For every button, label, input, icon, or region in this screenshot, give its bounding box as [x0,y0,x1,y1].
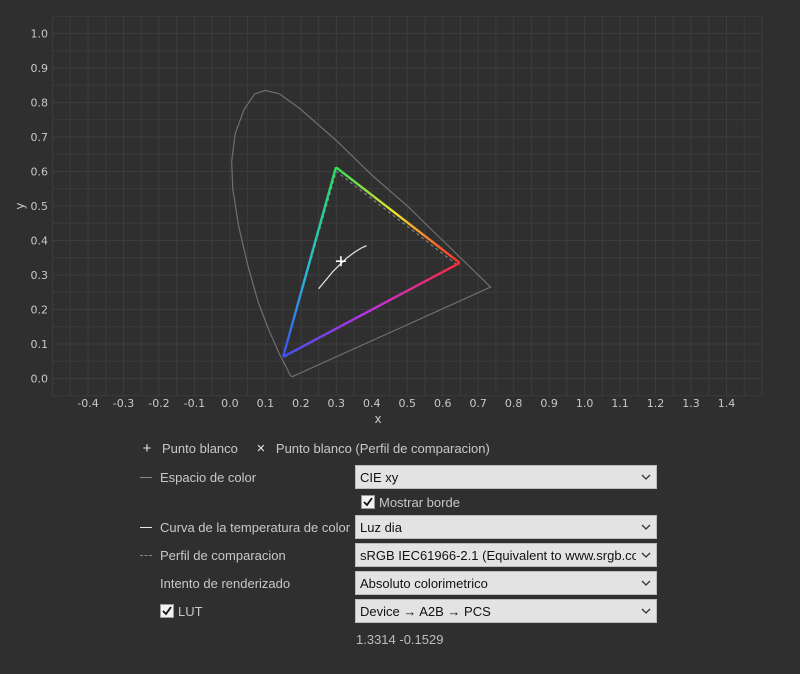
chromaticity-chart: -0.4 -0.3 -0.2 -0.1 0.0 0.1 0.2 0.3 0.4 0.5 0.6 0.7… [13,15,763,426]
color-space-value: CIE xy [360,469,399,485]
compare-line-sample [140,554,152,556]
lut-value: Device → A2B → PCS [360,603,491,619]
x-tick-label: 0.6 [434,397,452,410]
rendering-intent-row: Intento de renderizado [140,572,352,594]
show-border-label: Mostrar borde [379,494,460,510]
x-tick-label: 0.3 [328,397,346,410]
color-space-select[interactable]: CIE xy [355,465,657,489]
x-tick-label: -0.1 [184,397,205,410]
y-tick-label: 0.1 [31,338,49,351]
temp-curve-select[interactable]: Luz dia [355,515,657,539]
x-tick-label: 0.2 [292,397,310,410]
rendering-intent-value: Absoluto colorimetrico [360,575,488,591]
chevron-down-icon [636,580,656,586]
legend: + Punto blanco × Punto blanco (Perfil de… [140,438,500,458]
temp-curve-label: Curva de la temperatura de color [160,519,351,535]
x-tick-label: 0.0 [221,397,239,410]
y-tick-label: 0.6 [31,166,49,179]
x-tick-label: -0.3 [113,397,134,410]
chevron-down-icon [636,524,656,530]
x-tick-label: 1.0 [576,397,594,410]
compare-profile-label: Perfil de comparacion [160,547,286,563]
plus-icon: + [142,439,152,457]
rendering-intent-label: Intento de renderizado [160,575,291,591]
coordinate-readout: 1.3314 -0.1529 [356,632,444,647]
x-tick-label: 0.8 [505,397,523,410]
chevron-down-icon [636,552,656,558]
x-tick-label: 0.1 [257,397,275,410]
temp-curve-line-sample [140,526,152,528]
chevron-down-icon [636,608,656,614]
y-tick-label: 0.2 [31,304,49,317]
x-tick-label: 1.3 [682,397,700,410]
legend-white-point-compare: × Punto blanco (Perfil de comparacion) [254,441,490,456]
y-tick-label: 0.3 [31,269,49,282]
compare-profile-select[interactable]: sRGB IEC61966-2.1 (Equivalent to www.srg… [355,543,657,567]
rendering-intent-select[interactable]: Absoluto colorimetrico [355,571,657,595]
x-tick-label: 1.1 [611,397,629,410]
y-tick-label: 0.4 [31,235,49,248]
cross-icon: × [256,439,266,457]
compare-profile-value: sRGB IEC61966-2.1 (Equivalent to www.srg… [360,547,636,563]
show-border-row[interactable]: Mostrar borde [361,492,460,512]
y-tick-label: 0.0 [31,373,49,386]
x-tick-label: 0.4 [363,397,381,410]
lut-select[interactable]: Device → A2B → PCS [355,599,657,623]
x-axis-label: x [374,412,381,426]
x-tick-label: 0.5 [399,397,417,410]
temp-curve-value: Luz dia [360,519,402,535]
x-tick-label: -0.4 [77,397,98,410]
lut-label: LUT [178,603,203,619]
legend-white-point-label: Punto blanco [162,440,238,456]
y-tick-label: 0.9 [31,62,49,75]
x-tick-label: 1.2 [647,397,665,410]
color-space-row: Espacio de color [140,466,352,488]
locus-line-sample [140,476,152,478]
color-space-label: Espacio de color [160,469,257,485]
y-tick-label: 0.7 [31,131,49,144]
lut-row[interactable]: LUT [160,601,203,621]
chevron-down-icon [636,474,656,480]
lut-checkbox[interactable] [160,604,174,618]
y-tick-label: 1.0 [31,28,49,41]
y-axis-label: y [13,202,27,209]
x-tick-label: 1.4 [718,397,736,410]
legend-white-point-compare-label: Punto blanco (Perfil de comparacion) [275,440,490,456]
y-tick-label: 0.5 [31,200,49,213]
x-tick-label: 0.7 [469,397,487,410]
x-tick-label: -0.2 [148,397,169,410]
y-tick-label: 0.8 [31,97,49,110]
legend-white-point: + Punto blanco [140,441,238,456]
compare-profile-row: Perfil de comparacion [140,544,352,566]
x-tick-label: 0.9 [540,397,558,410]
temp-curve-row: Curva de la temperatura de color [140,516,352,538]
show-border-checkbox[interactable] [361,495,375,509]
